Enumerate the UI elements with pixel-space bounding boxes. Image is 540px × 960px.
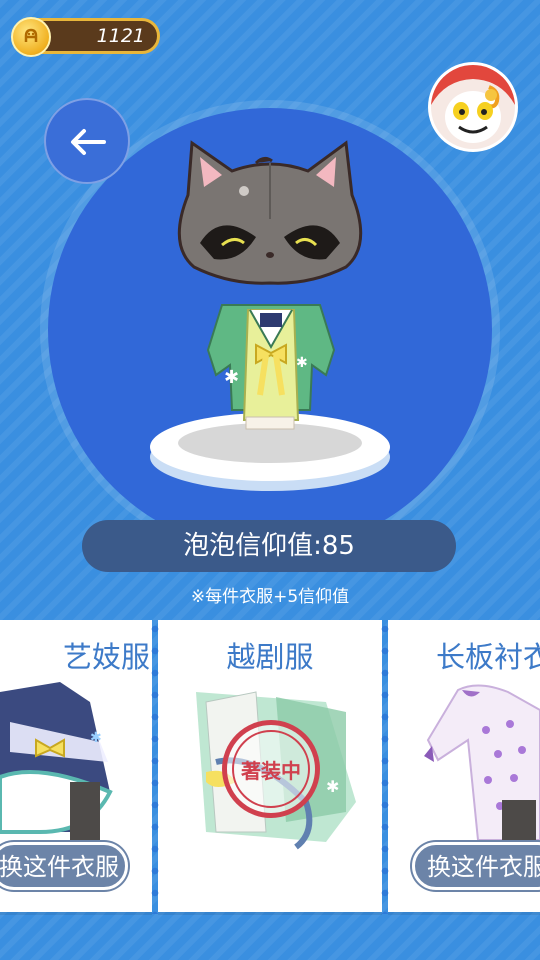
avatar[interactable] bbox=[428, 62, 518, 152]
svg-text:✱: ✱ bbox=[224, 367, 239, 388]
outfit-title: 越剧服 bbox=[226, 640, 314, 674]
avatar-icon bbox=[431, 65, 515, 149]
faith-value-label: 泡泡信仰值:85 bbox=[82, 520, 456, 572]
swap-outfit-button-geisha[interactable]: 换这件衣服 bbox=[0, 842, 128, 890]
svg-text:✱: ✱ bbox=[296, 355, 308, 371]
outfit-title: 长板衬衣 bbox=[436, 640, 540, 674]
outfit-image-geisha: ✱ bbox=[0, 682, 113, 842]
outfit-image-long-shirt bbox=[424, 684, 540, 850]
outfit-card-yueju[interactable]: 越剧服 ✱ 著装中 bbox=[158, 620, 382, 912]
coin-value: 1121 bbox=[96, 25, 145, 47]
card-divider bbox=[381, 618, 389, 914]
svg-text:✱: ✱ bbox=[90, 730, 102, 746]
wearing-stamp: 著装中 bbox=[222, 720, 320, 818]
svg-text:✱: ✱ bbox=[326, 777, 339, 796]
swap-outfit-button-long-shirt[interactable]: 换这件衣服 bbox=[412, 842, 540, 890]
back-button[interactable] bbox=[44, 98, 130, 184]
faith-hint: ※每件衣服+5信仰值 bbox=[190, 587, 350, 607]
card-divider bbox=[151, 618, 159, 914]
cat-character: ✱ ✱ bbox=[177, 140, 363, 430]
outfit-title: 艺妓服 bbox=[62, 640, 150, 674]
coin-icon bbox=[11, 17, 51, 57]
coin-counter: 1121 bbox=[11, 17, 160, 57]
back-arrow-icon bbox=[71, 129, 106, 155]
